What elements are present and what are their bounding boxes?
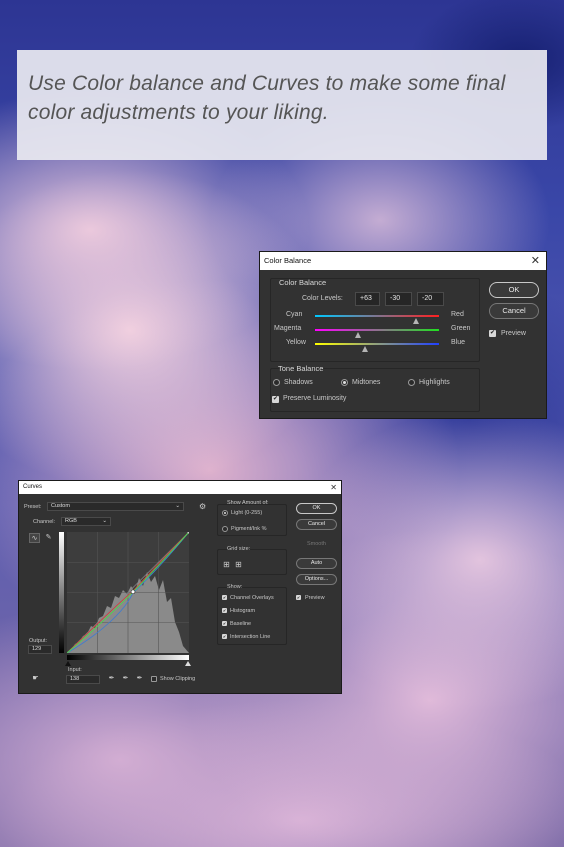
cancel-button[interactable]: Cancel	[296, 519, 337, 530]
output-label: Output:	[29, 638, 48, 644]
color-slider-track[interactable]	[315, 315, 439, 317]
options-button[interactable]: Options...	[296, 574, 337, 585]
intersection-line-checkbox[interactable]: ✔	[222, 634, 227, 639]
preview-checkbox[interactable]: ✔	[489, 330, 496, 337]
chevron-down-icon: ⌄	[175, 503, 180, 509]
black-eyedropper-icon[interactable]: ✒	[106, 674, 117, 684]
caption-box: Use Color balance and Curves to make som…	[17, 50, 547, 160]
show-clipping-label: Show Clipping	[160, 676, 196, 682]
light-radio[interactable]	[222, 510, 228, 516]
dialog-title: Curves	[23, 484, 43, 490]
dialog-title: Color Balance	[264, 256, 312, 265]
targeted-adjustment-icon[interactable]: ☛	[30, 674, 41, 684]
pigment-label: Pigment/Ink %	[231, 526, 267, 532]
white-eyedropper-icon[interactable]: ✒	[134, 674, 145, 684]
white-point-slider[interactable]	[185, 661, 191, 666]
color-slider-thumb[interactable]	[413, 318, 420, 324]
preview-label: Preview	[501, 330, 526, 337]
close-icon[interactable]: ✕	[531, 252, 540, 270]
color-balance-group-title: Color Balance	[279, 278, 327, 287]
detailed-grid-icon[interactable]: ⊞	[233, 560, 244, 570]
output-field[interactable]: 129	[28, 645, 52, 654]
curve-control-point[interactable]	[130, 589, 136, 595]
preview-checkbox[interactable]: ✔	[296, 595, 301, 600]
preserve-luminosity-checkbox[interactable]: ✔	[272, 396, 279, 403]
preview-label: Preview	[305, 595, 325, 601]
ok-button[interactable]: OK	[489, 282, 539, 298]
channel-overlays-label: Channel Overlays	[230, 595, 274, 601]
midtones-label: Midtones	[352, 379, 381, 386]
gray-eyedropper-icon[interactable]: ✒	[120, 674, 131, 684]
close-icon[interactable]: ✕	[330, 481, 337, 494]
level-input-3[interactable]: -20	[417, 292, 444, 306]
slider-left-label: Magenta	[274, 325, 302, 332]
black-point-slider[interactable]	[65, 661, 71, 666]
channel-value: RGB	[65, 518, 77, 524]
intersection-line-label: Intersection Line	[230, 634, 271, 640]
channel-overlays-checkbox[interactable]: ✔	[222, 595, 227, 600]
color-levels-label: Color Levels:	[302, 295, 343, 302]
color-slider-track[interactable]	[315, 329, 439, 331]
tone-balance-title: Tone Balance	[278, 364, 324, 373]
channel-label: Channel:	[33, 519, 56, 525]
shadows-radio[interactable]	[273, 379, 280, 386]
ok-button[interactable]: OK	[296, 503, 337, 514]
preset-value: Custom	[51, 503, 70, 509]
color-balance-titlebar: Color Balance ✕	[260, 252, 546, 270]
histogram-label: Histogram	[230, 608, 256, 614]
slider-right-label: Green	[451, 325, 471, 332]
preset-dropdown[interactable]: Custom ⌄	[47, 502, 184, 511]
preserve-luminosity-label: Preserve Luminosity	[283, 395, 347, 402]
baseline-checkbox[interactable]: ✔	[222, 621, 227, 626]
color-slider-thumb[interactable]	[361, 346, 368, 352]
level-input-2[interactable]: -30	[385, 292, 412, 306]
channel-dropdown[interactable]: RGB ⌄	[61, 517, 111, 526]
color-balance-group	[270, 278, 480, 362]
pencil-icon[interactable]: ✎	[43, 533, 54, 543]
highlights-radio[interactable]	[408, 379, 415, 386]
caption-line-2: color adjustments to your liking.	[28, 101, 329, 124]
caption-line-1: Use Color balance and Curves to make som…	[28, 72, 506, 95]
tone-balance-group	[270, 368, 480, 412]
pigment-radio[interactable]	[222, 526, 228, 532]
curve-graph[interactable]	[67, 532, 189, 653]
baseline-label: Baseline	[230, 621, 252, 627]
show-amount-title: Show Amount of:	[227, 500, 269, 506]
highlights-label: Highlights	[419, 379, 450, 386]
slider-left-label: Yellow	[286, 339, 306, 346]
light-label: Light (0-255)	[231, 510, 263, 516]
auto-button[interactable]: Auto	[296, 558, 337, 569]
color-balance-dialog: Color Balance ✕ Color Balance Color Leve…	[259, 251, 547, 419]
show-clipping-checkbox[interactable]	[151, 676, 157, 682]
gear-icon[interactable]: ⚙	[199, 502, 206, 511]
smooth-button[interactable]: Smooth	[307, 541, 326, 547]
chevron-down-icon: ⌄	[102, 518, 107, 524]
midtones-radio[interactable]	[341, 379, 348, 386]
simple-grid-icon[interactable]: ⊞	[221, 560, 232, 570]
preset-label: Preset:	[24, 504, 42, 510]
shadows-label: Shadows	[284, 379, 313, 386]
cancel-button[interactable]: Cancel	[489, 303, 539, 319]
curves-titlebar: Curves ✕	[19, 481, 341, 494]
slider-right-label: Blue	[451, 339, 466, 346]
input-field[interactable]: 138	[66, 675, 100, 684]
slider-left-label: Cyan	[286, 311, 303, 318]
histogram-checkbox[interactable]: ✔	[222, 608, 227, 613]
grid-size-title: Grid size:	[227, 546, 251, 552]
input-label: Input:	[68, 667, 82, 673]
level-input-1[interactable]: +63	[355, 292, 380, 306]
curves-dialog: Curves ✕ Preset: Custom ⌄ ⚙ Channel: RGB…	[18, 480, 342, 694]
show-title: Show:	[227, 584, 243, 590]
color-slider-track[interactable]	[315, 343, 439, 345]
color-slider-thumb[interactable]	[355, 332, 362, 338]
curve-points-icon[interactable]: ∿	[29, 533, 40, 543]
output-gradient	[59, 532, 64, 653]
slider-right-label: Red	[451, 311, 464, 318]
input-gradient	[67, 655, 189, 660]
